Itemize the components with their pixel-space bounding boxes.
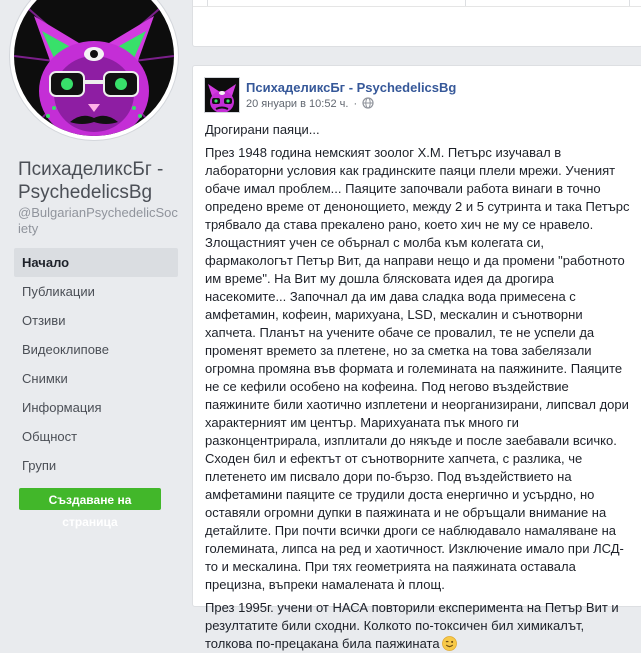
action-divider <box>629 0 630 6</box>
nav-item-videos[interactable]: Видеоклипове <box>14 335 178 364</box>
nav-item-posts[interactable]: Публикации <box>14 277 178 306</box>
post-author-avatar[interactable] <box>204 77 240 113</box>
psychedelic-cat-avatar-small <box>205 78 239 112</box>
post-text: Дрогирани паяци... През 1948 година немс… <box>205 121 633 653</box>
nav-item-groups[interactable]: Групи <box>14 451 178 480</box>
left-column: ПсихаделиксБг - PsychedelicsBg @Bulgaria… <box>0 0 180 591</box>
post-paragraph: През 1948 година немският зоолог Х.М. Пе… <box>205 145 630 592</box>
post-paragraph: През 1995г. учени от НАСА повторили експ… <box>205 599 633 653</box>
nav-item-home[interactable]: Начало <box>14 248 178 277</box>
action-bar-divider <box>193 0 641 7</box>
page-username[interactable]: @BulgarianPsychedelicSociety <box>18 205 178 237</box>
action-divider <box>207 0 208 6</box>
previous-post-card <box>192 0 641 47</box>
psychedelic-cat-avatar <box>14 0 174 136</box>
wink-emoji-icon <box>441 636 457 651</box>
page-navigation: Начало Публикации Отзиви Видеоклипове Сн… <box>14 248 178 480</box>
nav-item-reviews[interactable]: Отзиви <box>14 306 178 335</box>
nav-item-about[interactable]: Информация <box>14 393 178 422</box>
post-meta: 20 януари в 10:52 ч. · <box>246 97 374 110</box>
action-divider <box>465 0 466 6</box>
post-title-line: Дрогирани паяци... <box>205 122 320 137</box>
post-author-link[interactable]: ПсихаделиксБг - PsychedelicsBg <box>246 80 456 95</box>
create-page-button[interactable]: Създаване на страница <box>19 488 161 529</box>
post-paragraph-text: През 1995г. учени от НАСА повторили експ… <box>205 600 619 651</box>
feed-post: ПсихаделиксБг - PsychedelicsBg 20 януари… <box>192 65 641 651</box>
meta-separator: · <box>353 98 358 110</box>
globe-icon[interactable] <box>362 97 374 109</box>
nav-item-community[interactable]: Общност <box>14 422 178 451</box>
page-profile-picture[interactable] <box>10 0 178 140</box>
post-timestamp[interactable]: 20 януари в 10:52 ч. <box>246 98 348 110</box>
nav-item-photos[interactable]: Снимки <box>14 364 178 393</box>
page-title[interactable]: ПсихаделиксБг - PsychedelicsBg <box>18 158 183 204</box>
